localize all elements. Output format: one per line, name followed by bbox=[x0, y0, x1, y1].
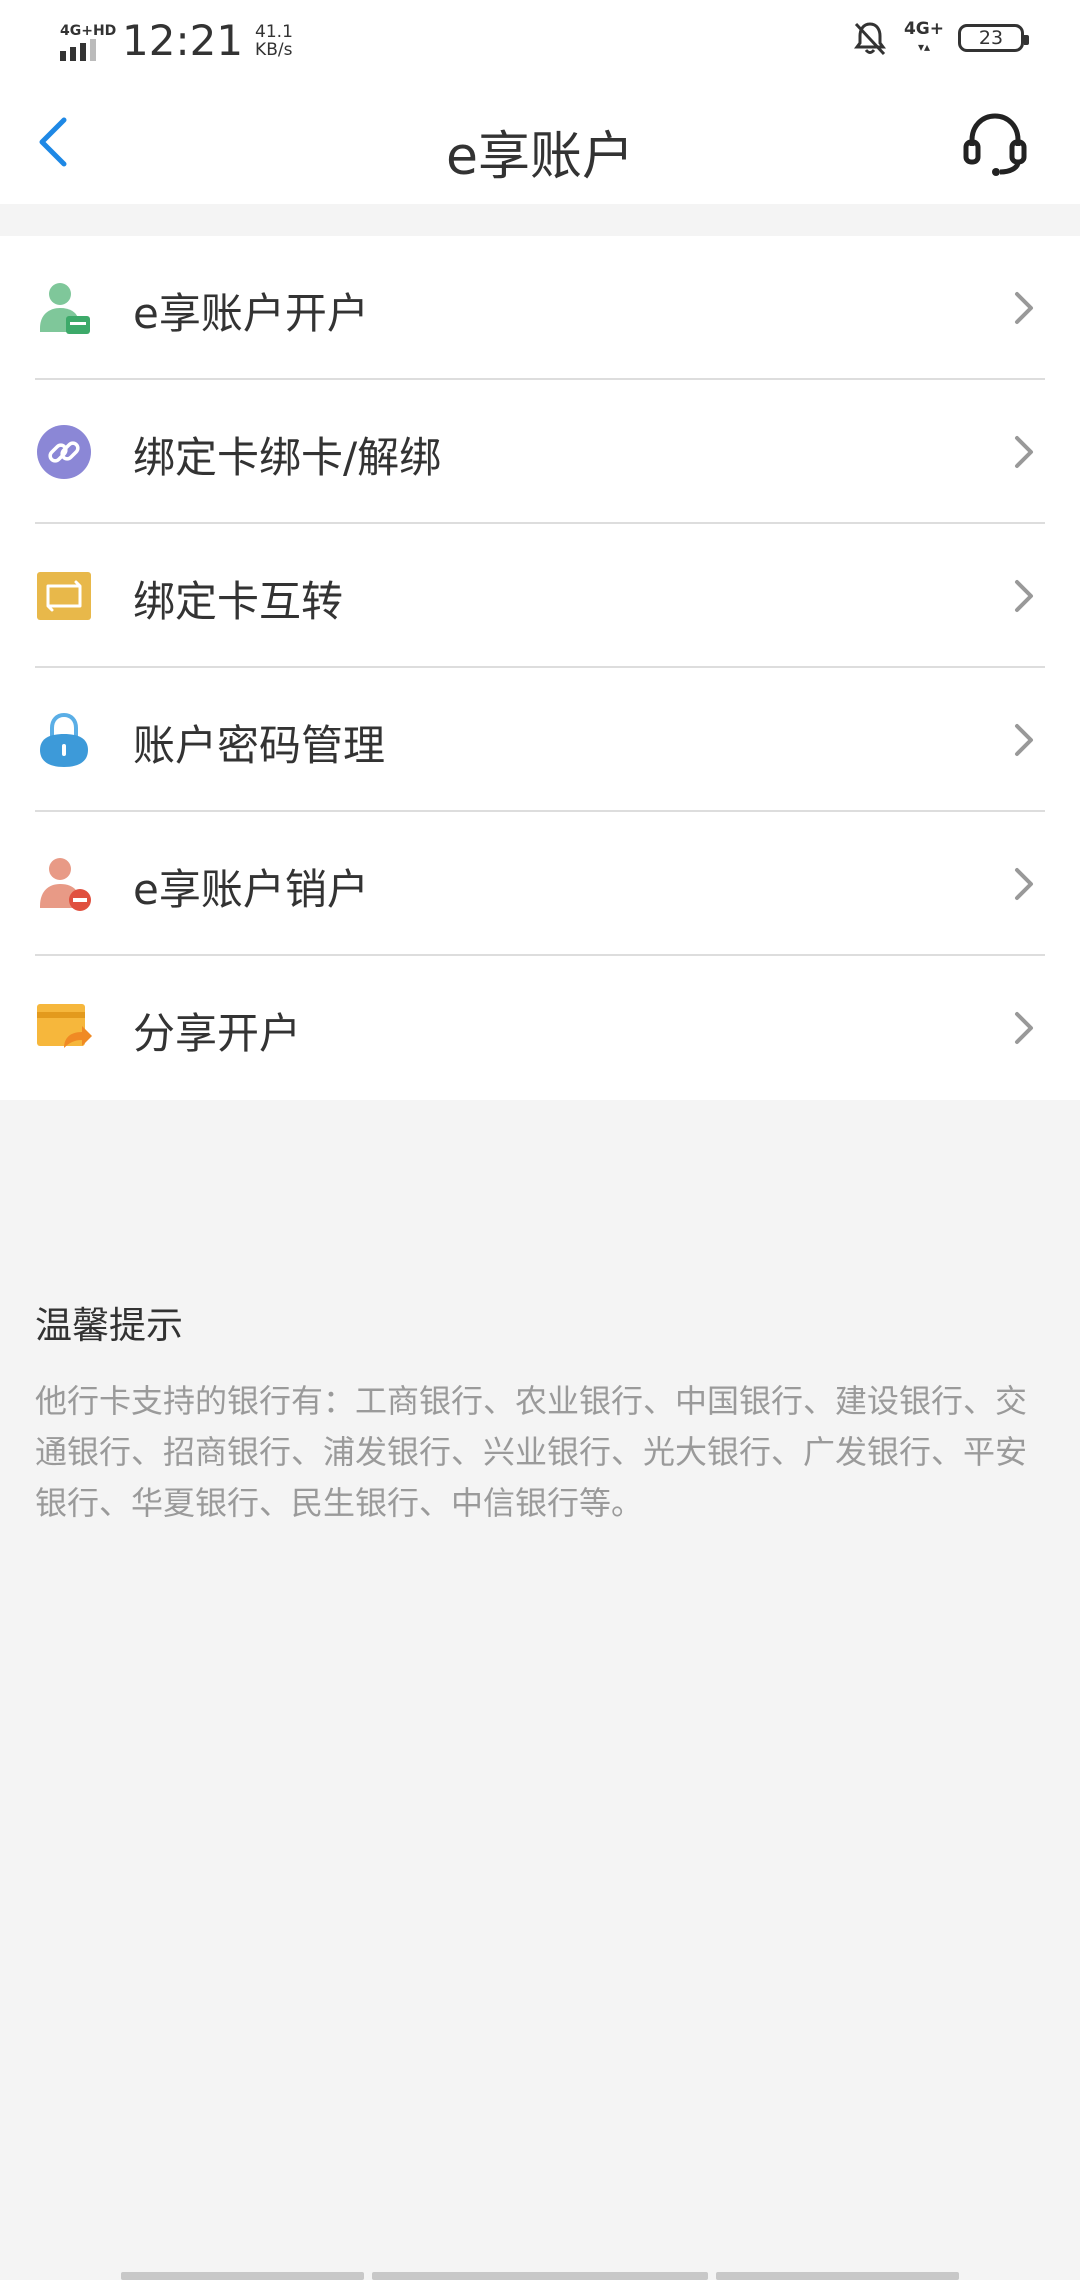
nav-hint-right[interactable] bbox=[716, 2272, 959, 2280]
status-left: 4G+HD 12:21 41.1 KB/s bbox=[56, 16, 293, 65]
menu-item-label: 绑定卡绑卡/解绑 bbox=[133, 433, 442, 482]
chevron-right-icon bbox=[1015, 868, 1033, 900]
network-right-label: 4G+ bbox=[903, 19, 944, 39]
signal-icon: 4G+HD bbox=[56, 21, 116, 61]
battery-level: 23 bbox=[978, 27, 1004, 49]
menu-item-bind-card[interactable]: 绑定卡绑卡/解绑 bbox=[0, 380, 1080, 524]
menu-item-share-account[interactable]: 分享开户 bbox=[0, 956, 1080, 1100]
net-speed-value: 41.1 bbox=[255, 21, 293, 42]
menu-item-label: 账户密码管理 bbox=[133, 721, 386, 770]
menu-item-label: e享账户销户 bbox=[133, 865, 369, 914]
link-icon bbox=[37, 425, 91, 479]
chevron-right-icon bbox=[1015, 1012, 1033, 1044]
menu-item-label: 分享开户 bbox=[133, 1009, 302, 1058]
tips-body: 他行卡支持的银行有：工商银行、农业银行、中国银行、建设银行、交通银行、招商银行、… bbox=[35, 1382, 1028, 1522]
chevron-right-icon bbox=[1015, 580, 1033, 612]
network-type: 4G+HD bbox=[60, 22, 117, 39]
chevron-right-icon bbox=[1015, 292, 1033, 324]
lock-icon bbox=[40, 712, 88, 767]
chevron-right-icon bbox=[1015, 436, 1033, 468]
user-remove-icon bbox=[40, 858, 91, 911]
bell-muted-icon bbox=[853, 22, 886, 56]
menu-item-label: e享账户开户 bbox=[133, 289, 369, 338]
page-title: e享账户 bbox=[446, 127, 634, 187]
net-speed-unit: KB/s bbox=[255, 39, 293, 60]
header: e享账户 bbox=[0, 80, 1080, 204]
menu-item-label: 绑定卡互转 bbox=[133, 577, 344, 626]
chevron-right-icon bbox=[1015, 724, 1033, 756]
menu-item-close-account[interactable]: e享账户销户 bbox=[0, 812, 1080, 956]
nav-hint-center[interactable] bbox=[372, 2272, 708, 2280]
system-nav-bar bbox=[0, 2270, 1080, 2280]
network-indicator: 4G+ ▾▴ bbox=[903, 19, 944, 54]
menu-item-password[interactable]: 账户密码管理 bbox=[0, 668, 1080, 812]
menu-list: e享账户开户 绑定卡绑卡/解绑 绑定卡互转 账户密码管理 e享账户销户 分享开户 bbox=[0, 236, 1080, 1100]
net-speed: 41.1 KB/s bbox=[255, 23, 293, 59]
nav-hint-left[interactable] bbox=[121, 2272, 364, 2280]
clock: 12:21 bbox=[122, 16, 244, 65]
user-card-icon bbox=[40, 283, 90, 334]
menu-item-card-transfer[interactable]: 绑定卡互转 bbox=[0, 524, 1080, 668]
share-card-icon bbox=[37, 1004, 92, 1048]
tips-title: 温馨提示 bbox=[35, 1304, 183, 1347]
menu-item-open-account[interactable]: e享账户开户 bbox=[0, 236, 1080, 380]
headset-icon[interactable] bbox=[962, 108, 1028, 178]
transfer-card-icon bbox=[37, 572, 91, 620]
battery-icon: 23 bbox=[958, 24, 1029, 52]
status-right: 4G+ ▾▴ 23 bbox=[850, 18, 1029, 58]
status-bar: 4G+HD 12:21 41.1 KB/s 4G+ ▾▴ 23 bbox=[0, 0, 1080, 80]
